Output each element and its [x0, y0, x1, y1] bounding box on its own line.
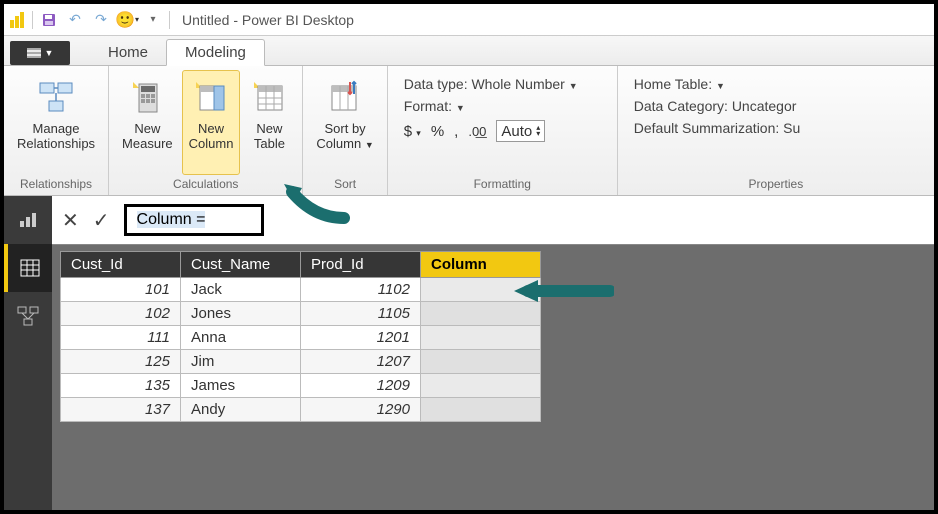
- group-relationships: Manage Relationships Relationships: [4, 66, 109, 195]
- table-row[interactable]: 137Andy1290: [61, 398, 541, 422]
- column-header[interactable]: Cust_Id: [61, 252, 181, 278]
- button-label: New Column: [189, 121, 234, 151]
- button-label: Sort by Column ▼: [316, 121, 373, 151]
- table-row[interactable]: 101Jack1102: [61, 278, 541, 302]
- table-row[interactable]: 111Anna1201: [61, 326, 541, 350]
- ribbon-tabstrip: ▼ Home Modeling: [4, 36, 934, 66]
- new-column-button[interactable]: New Column: [182, 70, 241, 175]
- default-summarization-dropdown[interactable]: Default Summarization: Su: [634, 120, 801, 136]
- ribbon: Manage Relationships Relationships New M…: [4, 66, 934, 196]
- model-view-button[interactable]: [4, 292, 52, 340]
- group-properties: Home Table: ▼ Data Category: Uncategor D…: [618, 66, 934, 195]
- button-label: Manage Relationships: [17, 121, 95, 151]
- titlebar: ↶ ↷ 🙂▾ ▾ Untitled - Power BI Desktop: [4, 4, 934, 36]
- window-title: Untitled - Power BI Desktop: [182, 12, 354, 28]
- save-icon[interactable]: [39, 10, 59, 30]
- decimal-places-input[interactable]: Auto ▴▾: [496, 120, 545, 142]
- group-sort: Sort by Column ▼ Sort: [303, 66, 387, 195]
- new-column-icon: [191, 77, 231, 117]
- stepper-icon[interactable]: ▴▾: [536, 125, 540, 137]
- table-row[interactable]: 125Jim1207: [61, 350, 541, 374]
- table-row[interactable]: 102Jones1105: [61, 302, 541, 326]
- sort-by-column-button[interactable]: Sort by Column ▼: [309, 70, 380, 175]
- new-table-button[interactable]: New Table: [242, 70, 296, 175]
- group-formatting: Data type: Whole Number ▼ Format: ▼ $ ▾ …: [388, 66, 618, 195]
- view-dropdown[interactable]: ▼: [10, 41, 70, 65]
- button-label: New Table: [254, 121, 285, 151]
- percent-button[interactable]: %: [431, 123, 444, 140]
- formula-input[interactable]: Column =: [124, 204, 264, 236]
- new-measure-button[interactable]: New Measure: [115, 70, 180, 175]
- data-category-dropdown[interactable]: Data Category: Uncategor: [634, 98, 797, 114]
- view-sidebar: [4, 196, 52, 510]
- group-calculations: New Measure New Column New Table Calcula…: [109, 66, 303, 195]
- tab-home[interactable]: Home: [90, 40, 166, 65]
- column-header[interactable]: Cust_Name: [181, 252, 301, 278]
- manage-relationships-button[interactable]: Manage Relationships: [10, 70, 102, 175]
- cancel-formula-icon[interactable]: ✕: [62, 208, 79, 233]
- sort-icon: [325, 77, 365, 117]
- formula-bar: ✕ ✓ Column =: [52, 196, 934, 245]
- data-type-dropdown[interactable]: Data type: Whole Number ▼: [404, 76, 578, 92]
- column-header[interactable]: Prod_Id: [301, 252, 421, 278]
- tab-modeling[interactable]: Modeling: [166, 39, 265, 66]
- home-table-dropdown[interactable]: Home Table: ▼: [634, 76, 725, 92]
- currency-button[interactable]: $ ▾: [404, 123, 421, 140]
- button-label: New Measure: [122, 121, 173, 151]
- column-header-new[interactable]: Column: [421, 252, 541, 278]
- relationships-icon: [36, 77, 76, 117]
- commit-formula-icon[interactable]: ✓: [93, 208, 110, 233]
- format-dropdown[interactable]: Format: ▼: [404, 98, 465, 114]
- app-logo-icon: [10, 12, 26, 28]
- undo-icon[interactable]: ↶: [65, 10, 85, 30]
- data-view-button[interactable]: [4, 244, 52, 292]
- customize-qat-icon[interactable]: ▾: [143, 10, 163, 30]
- decimal-button[interactable]: .0͟0: [468, 124, 486, 139]
- data-table: Cust_Id Cust_Name Prod_Id Column 101Jack…: [60, 251, 541, 422]
- table-row[interactable]: 135James1209: [61, 374, 541, 398]
- report-view-button[interactable]: [4, 196, 52, 244]
- new-table-icon: [249, 77, 289, 117]
- comma-button[interactable]: ,: [454, 123, 458, 140]
- redo-icon[interactable]: ↷: [91, 10, 111, 30]
- feedback-smiley-icon[interactable]: 🙂▾: [117, 10, 137, 30]
- calculator-icon: [127, 77, 167, 117]
